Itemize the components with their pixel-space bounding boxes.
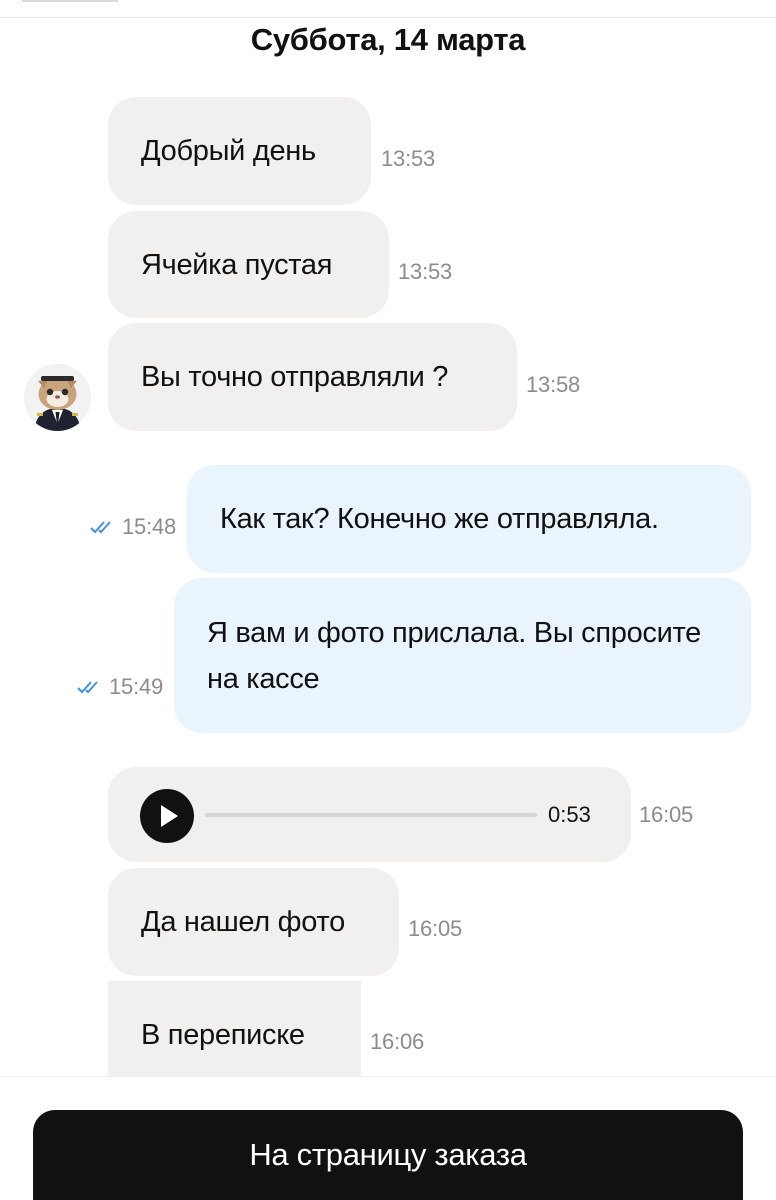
play-button[interactable] [140, 789, 194, 843]
message-time-outgoing: 15:48 [90, 514, 176, 540]
message-text: Вы точно отправляли ? [141, 361, 449, 393]
message-bubble-incoming[interactable]: В переписке [108, 981, 361, 1089]
message-bubble-incoming[interactable]: Добрый день [108, 97, 371, 205]
message-time-outgoing: 15:49 [77, 674, 163, 700]
message-bubble-outgoing[interactable]: Я вам и фото прислала. Вы спросите на ка… [174, 578, 751, 733]
message-time: 16:06 [370, 1029, 425, 1054]
message-bubble-incoming[interactable]: Ячейка пустая [108, 211, 389, 318]
message-bubble-incoming[interactable]: Вы точно отправляли ? [108, 323, 517, 431]
order-page-button[interactable]: На страницу заказа [33, 1110, 743, 1200]
message-text: Как так? Конечно же отправляла. [220, 503, 659, 535]
message-bubble-outgoing[interactable]: Как так? Конечно же отправляла. [187, 465, 751, 573]
cat-pilot-avatar-icon [24, 364, 91, 431]
date-header: Суббота, 14 марта [250, 22, 526, 57]
message-time: 16:05 [639, 802, 694, 827]
message-text: Я вам и фото прислала. Вы спросите на ка… [207, 616, 701, 695]
double-check-icon [77, 681, 98, 694]
message-text: Да нашел фото [141, 906, 345, 938]
message-time: 13:53 [398, 259, 453, 284]
message-text: Добрый день [141, 135, 316, 167]
double-check-icon [90, 521, 111, 534]
play-icon [161, 805, 178, 827]
top-divider-stub [22, 0, 118, 2]
top-divider [0, 17, 776, 18]
message-time: 16:05 [408, 916, 463, 941]
message-text: В переписке [141, 1019, 305, 1051]
sender-avatar[interactable] [24, 364, 91, 431]
message-text: Ячейка пустая [141, 248, 333, 281]
message-time: 13:58 [526, 372, 581, 397]
audio-duration: 0:53 [548, 802, 591, 827]
message-time: 13:53 [381, 146, 436, 171]
message-bubble-incoming[interactable]: Да нашел фото [108, 868, 399, 976]
audio-progress-track[interactable] [205, 813, 537, 817]
